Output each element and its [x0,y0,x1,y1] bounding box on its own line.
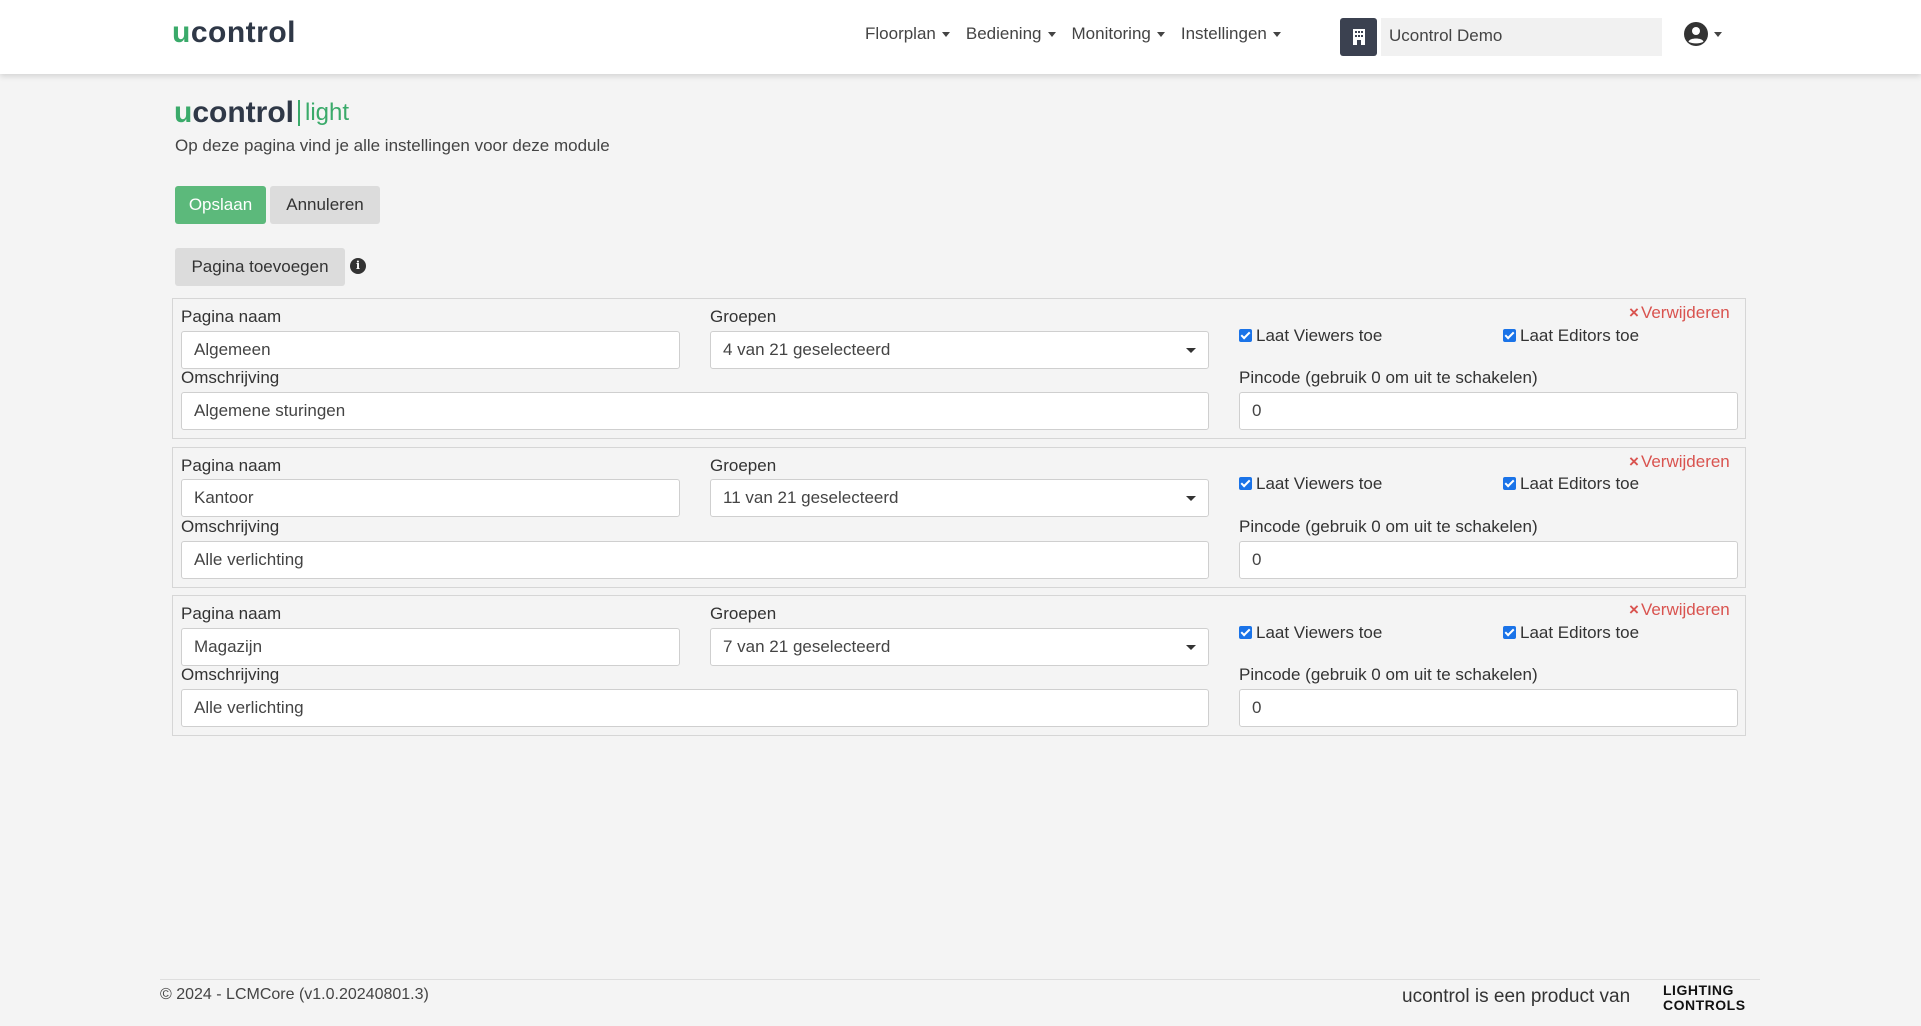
groups-label: Groepen [710,307,777,326]
close-icon: × [1629,303,1639,322]
description-input[interactable]: Alle verlichting [181,541,1209,579]
remove-label: Verwijderen [1640,303,1730,322]
main-menu: Floorplan Bediening Monitoring Instellin… [865,24,1281,44]
page-card: Pagina naam Magazijn Groepen 7 van 21 ge… [172,595,1746,736]
allow-editors-checkbox[interactable] [1503,626,1516,639]
menu-monitoring[interactable]: Monitoring [1072,24,1165,44]
groups-select[interactable]: 4 van 21 geselecteerd [710,331,1209,369]
page-name-label: Pagina naam [181,604,282,623]
partner-logo-line1: LIGHTING [1663,982,1734,998]
pincode-label: Pincode (gebruik 0 om uit te schakelen) [1239,368,1538,387]
menu-instellingen[interactable]: Instellingen [1181,24,1281,44]
user-menu[interactable] [1684,22,1722,46]
description-input[interactable]: Algemene sturingen [181,392,1209,430]
pincode-label: Pincode (gebruik 0 om uit te schakelen) [1239,517,1538,536]
building-icon [1340,18,1377,56]
description-label: Omschrijving [181,368,280,387]
page-name-label: Pagina naam [181,307,282,326]
pincode-input[interactable]: 0 [1239,689,1738,727]
pincode-input[interactable]: 0 [1239,392,1738,430]
module-logo-suffix: light [305,99,350,126]
description-input[interactable]: Alle verlichting [181,689,1209,727]
menu-bediening-label: Bediening [965,24,1042,43]
module-logo: u control light [174,96,349,130]
close-icon: × [1629,452,1639,471]
groups-select[interactable]: 11 van 21 geselecteerd [710,479,1209,517]
remove-page-button[interactable]: × Verwijderen [1629,452,1730,472]
menu-instellingen-label: Instellingen [1180,24,1267,43]
module-logo-u: u [174,96,193,129]
menu-floorplan[interactable]: Floorplan [865,24,950,44]
menu-bediening[interactable]: Bediening [966,24,1056,44]
remove-label: Verwijderen [1640,452,1730,471]
brand-logo-u: u [172,16,191,49]
description-label: Omschrijving [181,517,280,536]
page-name-input[interactable]: Kantoor [181,479,680,517]
cancel-button[interactable]: Annuleren [270,186,380,224]
groups-select-value: 4 van 21 geselecteerd [723,340,891,359]
add-page-button[interactable]: Pagina toevoegen [175,248,345,286]
caret-down-icon [1714,31,1722,37]
allow-viewers-label: Laat Viewers toe [1256,326,1383,345]
top-navbar: ucontrol Floorplan Bediening Monitoring … [0,0,1921,74]
user-circle-icon [1684,22,1708,46]
footer-copyright: © 2024 - LCMCore (v1.0.20240801.3) [160,986,429,1003]
page-card: Pagina naam Kantoor Groepen 11 van 21 ge… [172,447,1746,588]
allow-viewers-checkbox[interactable] [1239,477,1252,490]
footer-product-text: ucontrol is een product van [1402,986,1631,1007]
groups-select-value: 11 van 21 geselecteerd [723,488,899,507]
close-icon: × [1629,600,1639,619]
allow-editors-label: Laat Editors toe [1520,326,1640,345]
caret-down-icon [1156,32,1165,38]
caret-down-icon [1186,348,1196,353]
page-card: Pagina naam Algemeen Groepen 4 van 21 ge… [172,298,1746,439]
caret-down-icon [1186,645,1196,650]
page-name-label: Pagina naam [181,456,282,475]
description-label: Omschrijving [181,665,280,684]
site-name: Ucontrol Demo [1381,18,1662,56]
caret-down-icon [941,32,950,38]
allow-viewers-checkbox[interactable] [1239,329,1252,342]
page-subtitle: Op deze pagina vind je alle instellingen… [175,136,610,155]
module-logo-text: control [192,96,294,129]
page-name-input[interactable]: Algemeen [181,331,680,369]
pincode-label: Pincode (gebruik 0 om uit te schakelen) [1239,665,1538,684]
allow-editors-label: Laat Editors toe [1520,623,1640,642]
remove-label: Verwijderen [1640,600,1730,619]
page-name-input[interactable]: Magazijn [181,628,680,666]
brand-logo[interactable]: ucontrol [172,16,296,50]
caret-down-icon [1047,32,1056,38]
save-button[interactable]: Opslaan [175,186,266,224]
logo-divider [298,100,300,126]
groups-select[interactable]: 7 van 21 geselecteerd [710,628,1209,666]
groups-label: Groepen [710,456,777,475]
remove-page-button[interactable]: × Verwijderen [1629,303,1730,323]
brand-logo-text: control [190,16,296,49]
allow-viewers-label: Laat Viewers toe [1256,623,1383,642]
site-selector[interactable]: Ucontrol Demo [1340,18,1662,56]
allow-viewers-label: Laat Viewers toe [1256,474,1383,493]
allow-editors-checkbox[interactable] [1503,477,1516,490]
caret-down-icon [1186,496,1196,501]
info-icon[interactable]: i [350,258,366,274]
allow-editors-label: Laat Editors toe [1520,474,1640,493]
allow-viewers-checkbox[interactable] [1239,626,1252,639]
pincode-input[interactable]: 0 [1239,541,1738,579]
menu-monitoring-label: Monitoring [1071,24,1151,43]
partner-logo-line2: CONTROLS [1663,997,1746,1013]
groups-label: Groepen [710,604,777,623]
groups-select-value: 7 van 21 geselecteerd [723,637,891,656]
menu-floorplan-label: Floorplan [865,24,936,43]
caret-down-icon [1272,32,1281,38]
lighting-controls-logo[interactable]: LIGHTING CONTROLS [1663,983,1746,1013]
allow-editors-checkbox[interactable] [1503,329,1516,342]
footer-divider [160,979,1760,980]
remove-page-button[interactable]: × Verwijderen [1629,600,1730,620]
